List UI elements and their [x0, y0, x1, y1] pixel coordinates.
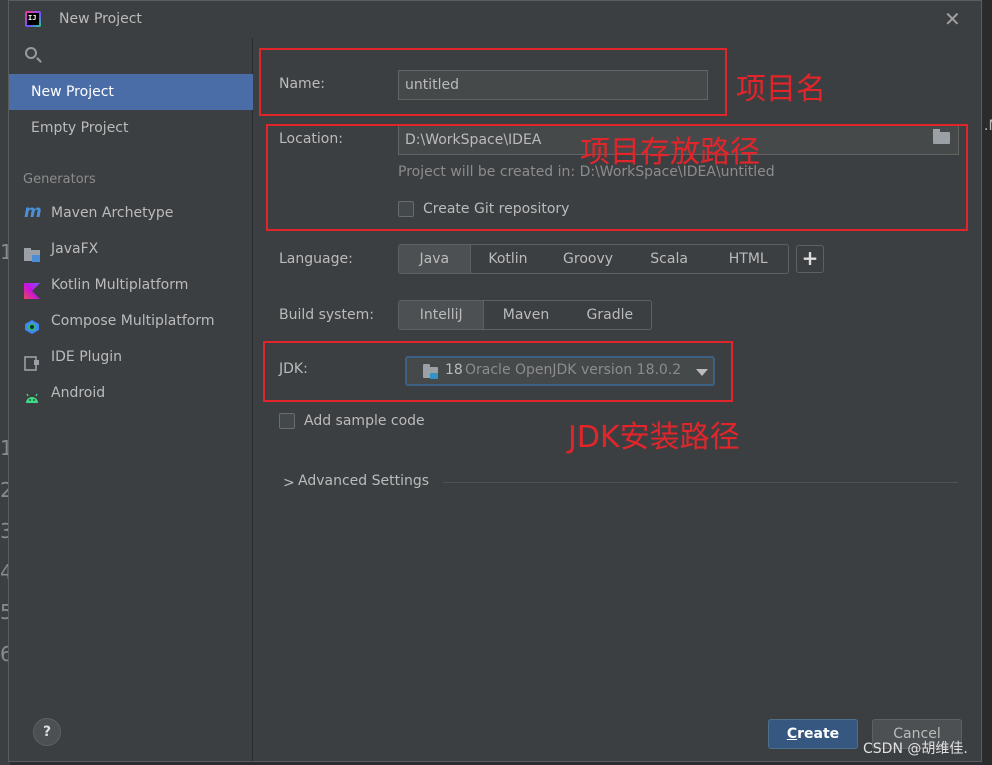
- sample-code-label: Add sample code: [304, 413, 425, 429]
- background-ide-edge-right: .N: [983, 0, 992, 765]
- sidebar-item-label: Kotlin Multiplatform: [51, 277, 189, 293]
- sidebar-item-label: Compose Multiplatform: [51, 313, 215, 329]
- window-title: New Project: [59, 11, 142, 27]
- create-mnemonic: C: [786, 726, 798, 742]
- title-bar: New Project ✕: [9, 1, 981, 38]
- javafx-folder-icon: [24, 241, 40, 262]
- annotation-name: 项目名: [736, 72, 826, 107]
- build-system-label: Build system:: [279, 307, 374, 323]
- sidebar-item-compose-multiplatform[interactable]: Compose Multiplatform: [9, 303, 253, 339]
- sidebar-item-empty-project[interactable]: Empty Project: [9, 110, 253, 146]
- close-icon[interactable]: ✕: [944, 7, 961, 31]
- sidebar-item-label: IDE Plugin: [51, 349, 123, 365]
- create-label-rest: reate: [797, 726, 840, 742]
- help-button[interactable]: ?: [33, 718, 61, 746]
- plugin-icon: [24, 349, 40, 371]
- language-option-scala[interactable]: Scala: [631, 245, 709, 273]
- sidebar-item-label: Empty Project: [31, 120, 129, 136]
- maven-icon: m: [24, 202, 42, 222]
- annotation-box-name: [259, 48, 727, 116]
- build-system-selector: IntelliJ Maven Gradle: [398, 300, 652, 330]
- language-option-kotlin[interactable]: Kotlin: [471, 245, 547, 273]
- compose-icon: [24, 313, 40, 334]
- chevron-right-icon[interactable]: >: [283, 475, 295, 491]
- divider: [443, 482, 958, 483]
- sidebar-item-kotlin-multiplatform[interactable]: Kotlin Multiplatform: [9, 267, 253, 303]
- annotation-jdk: JDK安装路径: [568, 420, 740, 455]
- background-text: .N: [984, 118, 992, 134]
- sidebar-item-new-project[interactable]: New Project: [9, 74, 253, 110]
- sidebar-item-label: Android: [51, 385, 106, 401]
- advanced-settings-toggle[interactable]: Advanced Settings: [298, 473, 429, 489]
- language-label: Language:: [279, 251, 353, 267]
- build-option-intellij[interactable]: IntelliJ: [399, 301, 485, 329]
- language-selector: Java Kotlin Groovy Scala HTML: [398, 244, 789, 274]
- language-option-html[interactable]: HTML: [708, 245, 788, 273]
- intellij-icon: [25, 11, 41, 27]
- sidebar-item-javafx[interactable]: JavaFX: [9, 231, 253, 267]
- sidebar-item-android[interactable]: Android: [9, 375, 253, 411]
- language-option-java[interactable]: Java: [399, 245, 471, 273]
- language-option-groovy[interactable]: Groovy: [546, 245, 631, 273]
- create-button[interactable]: Create: [768, 719, 858, 749]
- annotation-box-jdk: [263, 341, 733, 402]
- sidebar-item-ide-plugin[interactable]: IDE Plugin: [9, 339, 253, 375]
- sidebar-item-maven-archetype[interactable]: m Maven Archetype: [9, 195, 253, 231]
- sidebar-item-label: New Project: [31, 84, 114, 100]
- sample-code-checkbox[interactable]: [279, 413, 295, 429]
- annotation-location: 项目存放路径: [580, 135, 760, 170]
- kotlin-icon: [24, 277, 40, 299]
- build-option-gradle[interactable]: Gradle: [569, 301, 651, 329]
- search-icon[interactable]: [25, 47, 37, 59]
- android-icon: [24, 385, 40, 403]
- sidebar: New Project Empty Project Generators m M…: [9, 38, 253, 761]
- build-option-maven[interactable]: Maven: [484, 301, 569, 329]
- add-language-button[interactable]: +: [796, 245, 824, 273]
- sidebar-item-label: Maven Archetype: [51, 205, 174, 221]
- watermark: CSDN @胡维佳.: [863, 741, 968, 757]
- generators-header: Generators: [23, 172, 96, 187]
- sidebar-item-label: JavaFX: [51, 241, 99, 257]
